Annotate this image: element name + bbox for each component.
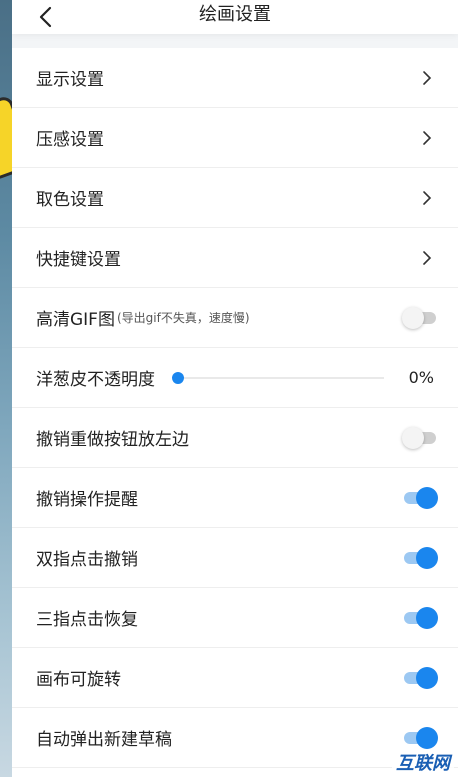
setting-hd-gif: 高清GIF图 (导出gif不失真，速度慢) (12, 288, 458, 348)
settings-panel: 绘画设置 显示设置 压感设置 取色设置 快捷键设置 高清GIF图 (导出gif不… (12, 0, 458, 777)
toggle-knob (416, 667, 438, 689)
toggle-switch[interactable] (402, 727, 438, 749)
setting-color-picker[interactable]: 取色设置 (12, 168, 458, 228)
setting-label: 撤销操作提醒 (36, 490, 138, 510)
toggle-switch[interactable] (402, 427, 436, 449)
setting-label: 画布可旋转 (36, 670, 121, 690)
toggle-switch[interactable] (402, 667, 438, 689)
setting-canvas-rotate: 画布可旋转 (12, 648, 458, 708)
slider-thumb[interactable] (172, 372, 184, 384)
setting-shortcuts[interactable]: 快捷键设置 (12, 228, 458, 288)
setting-sublabel: (导出gif不失真，速度慢) (116, 311, 250, 325)
chevron-right-icon (423, 251, 432, 265)
toggle-knob (416, 547, 438, 569)
setting-two-finger-undo: 双指点击撤销 (12, 528, 458, 588)
setting-onion-skin-opacity: 洋葱皮不透明度 0% (12, 348, 458, 408)
section-divider (12, 34, 458, 48)
chevron-right-icon (423, 191, 432, 205)
slider-value: 0% (408, 368, 434, 387)
setting-label: 洋葱皮不透明度 (36, 370, 155, 390)
setting-undo-reminder: 撤销操作提醒 (12, 468, 458, 528)
toggle-knob (416, 487, 438, 509)
setting-label: 显示设置 (36, 70, 104, 90)
toggle-switch[interactable] (402, 307, 436, 329)
setting-pressure[interactable]: 压感设置 (12, 108, 458, 168)
setting-label: 三指点击恢复 (36, 610, 138, 630)
top-bar: 绘画设置 (12, 0, 458, 34)
setting-label: 双指点击撤销 (36, 550, 138, 570)
toggle-knob (416, 727, 438, 749)
settings-list: 显示设置 压感设置 取色设置 快捷键设置 高清GIF图 (导出gif不失真，速度… (12, 48, 458, 768)
toggle-knob (402, 307, 424, 329)
toggle-knob (402, 427, 424, 449)
setting-undo-left: 撤销重做按钮放左边 (12, 408, 458, 468)
setting-label: 快捷键设置 (36, 250, 121, 270)
page-title: 绘画设置 (199, 4, 271, 25)
toggle-knob (416, 607, 438, 629)
setting-label: 取色设置 (36, 190, 104, 210)
setting-label: 高清GIF图 (36, 310, 115, 330)
toggle-switch[interactable] (402, 487, 438, 509)
toggle-switch[interactable] (402, 607, 438, 629)
watermark-logo: 互联网 (392, 749, 454, 775)
setting-label: 自动弹出新建草稿 (36, 730, 172, 750)
chevron-right-icon (423, 71, 432, 85)
setting-three-finger-redo: 三指点击恢复 (12, 588, 458, 648)
setting-label: 撤销重做按钮放左边 (36, 430, 189, 450)
setting-display[interactable]: 显示设置 (12, 48, 458, 108)
toggle-switch[interactable] (402, 547, 438, 569)
chevron-right-icon (423, 131, 432, 145)
setting-label: 压感设置 (36, 130, 104, 150)
opacity-slider[interactable] (172, 372, 384, 384)
